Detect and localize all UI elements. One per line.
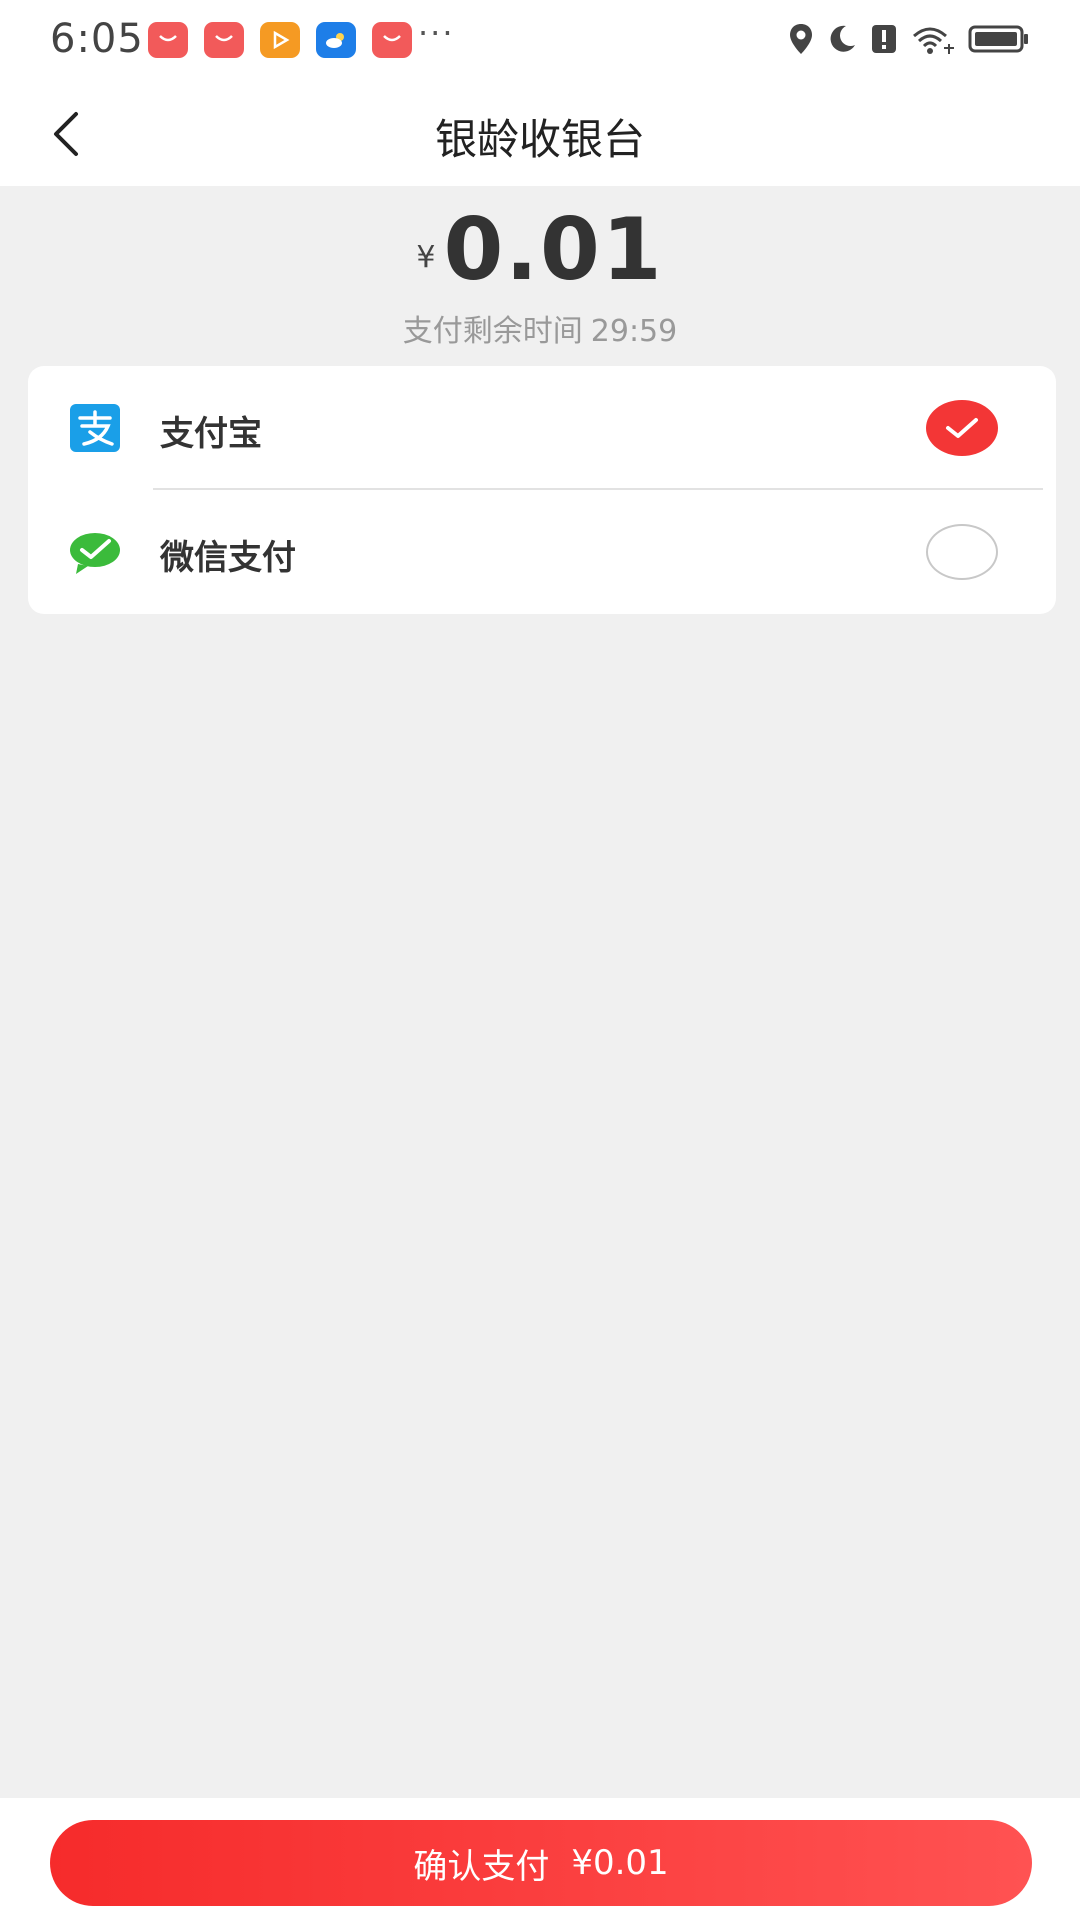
confirm-amount: ¥0.01 xyxy=(571,1843,669,1883)
status-bar: 6:05 ··· xyxy=(0,0,1080,82)
payment-option-alipay[interactable]: 支付宝 xyxy=(28,366,1056,490)
currency-symbol: ¥ xyxy=(416,240,436,275)
moon-icon xyxy=(830,25,855,52)
confirm-label: 确认支付 xyxy=(413,1846,550,1887)
shopping-bag-icon xyxy=(372,22,412,58)
confirm-payment-button[interactable]: 确认支付 ¥0.01 xyxy=(50,1820,1032,1906)
amount-value: 0.01 xyxy=(443,200,664,300)
amount-display: ¥0.01 xyxy=(0,200,1080,300)
location-icon xyxy=(790,24,812,54)
alert-icon xyxy=(872,25,896,53)
shopping-bag-icon xyxy=(148,22,188,58)
video-play-icon xyxy=(260,22,300,58)
radio-alipay-checked[interactable] xyxy=(926,400,998,456)
payment-option-wechat[interactable]: 微信支付 xyxy=(28,490,1056,614)
bottom-bar: 确认支付 ¥0.01 xyxy=(0,1798,1080,1920)
payment-label-wechat: 微信支付 xyxy=(160,538,296,578)
countdown-label: 支付剩余时间 xyxy=(402,314,583,349)
system-icons xyxy=(788,22,1030,56)
nav-bar: 银龄收银台 xyxy=(0,82,1080,186)
payment-methods-card: 支付宝 微信支付 xyxy=(28,366,1056,614)
shopping-bag-icon xyxy=(204,22,244,58)
check-icon xyxy=(946,418,978,438)
battery-icon xyxy=(968,25,1028,53)
notification-icons xyxy=(148,22,412,58)
weather-icon xyxy=(316,22,356,58)
wifi-icon xyxy=(913,27,954,54)
wechat-pay-icon xyxy=(70,533,120,574)
alipay-icon xyxy=(70,404,120,452)
countdown-value: 29:59 xyxy=(590,314,678,349)
more-notifications-icon: ··· xyxy=(418,14,455,52)
checkout-screen: 6:05 ··· 银龄收银台 ¥0.01 支付剩余时间 29:59 支付宝 微信… xyxy=(0,0,1080,1920)
payment-label-alipay: 支付宝 xyxy=(160,414,262,454)
status-time: 6:05 xyxy=(50,16,144,62)
payment-countdown: 支付剩余时间 29:59 xyxy=(0,306,1080,350)
radio-wechat-unchecked[interactable] xyxy=(926,524,998,580)
page-title: 银龄收银台 xyxy=(434,115,645,164)
